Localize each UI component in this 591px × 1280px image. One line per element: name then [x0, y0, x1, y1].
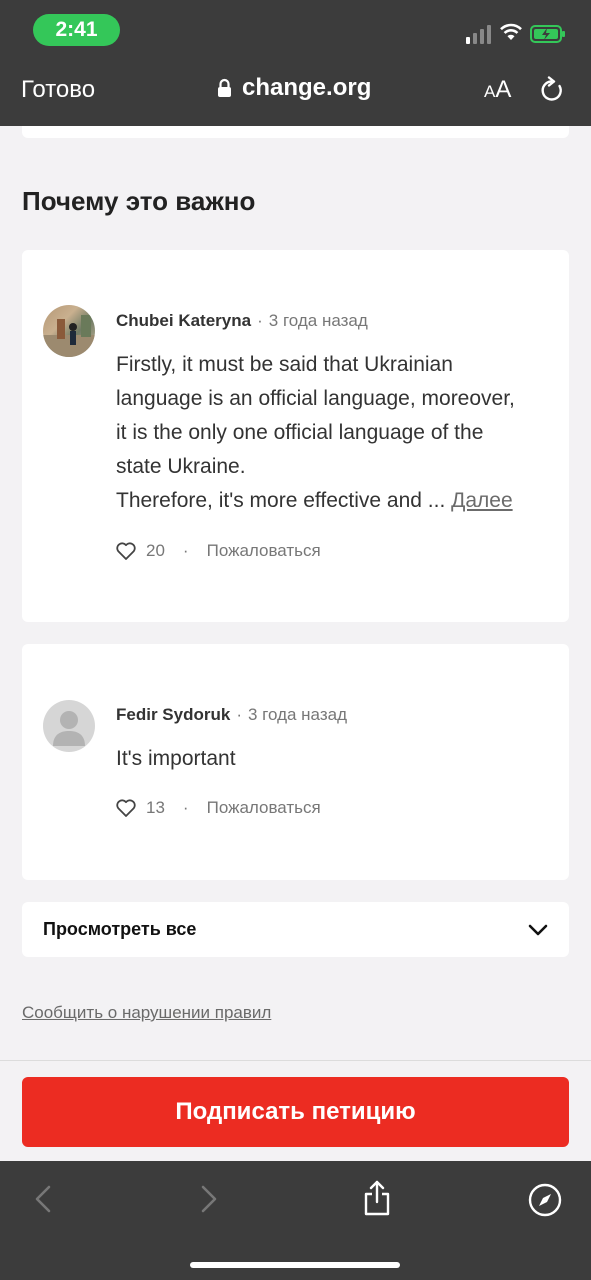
comment-line-truncated: Therefore, it's more effective and ... [116, 489, 452, 512]
report-link[interactable]: Пожаловаться [207, 798, 321, 818]
view-all-label: Просмотреть все [43, 919, 197, 939]
author-name[interactable]: Fedir Sydoruk [116, 705, 230, 725]
author-name[interactable]: Chubei Kateryna [116, 311, 251, 331]
heart-icon[interactable] [116, 799, 136, 817]
section-title: Почему это важно [22, 186, 256, 216]
user-icon [53, 711, 85, 746]
action-separator: · [182, 541, 189, 560]
view-all-button[interactable]: Просмотреть все [22, 902, 569, 957]
comment-line: Firstly, it must be said that Ukrainian [116, 353, 453, 376]
done-button[interactable]: Готово [21, 76, 95, 104]
comment-line: state Ukraine. [116, 455, 246, 478]
comment-line: language is an official language, moreov… [116, 387, 515, 410]
address-bar[interactable]: change.org [217, 74, 371, 102]
signal-icon [466, 25, 491, 44]
compass-icon[interactable] [528, 1183, 562, 1217]
browser-top-bar: 2:41 Готово change.org AA [0, 0, 591, 126]
report-violation-link[interactable]: Сообщить о нарушении правил [22, 1003, 271, 1023]
like-count: 13 [146, 798, 165, 817]
text-size-small: A [484, 82, 496, 101]
comment-line: Therefore, it's more effective and ... Д… [116, 484, 556, 518]
sign-petition-button[interactable]: Подписать петицию [22, 1077, 569, 1147]
comment-actions: 20 · Пожаловаться [116, 541, 321, 561]
comment-meta: Chubei Kateryna · 3 года назад [116, 311, 368, 331]
back-icon[interactable] [32, 1183, 54, 1215]
url-text: change.org [242, 74, 372, 101]
previous-card [22, 126, 569, 138]
heart-icon[interactable] [116, 542, 136, 560]
status-time: 2:41 [33, 14, 120, 46]
wifi-icon [500, 23, 522, 40]
home-indicator [190, 1262, 400, 1268]
meta-separator: · [236, 705, 242, 724]
comment-card: Fedir Sydoruk · 3 года назад It's import… [22, 644, 569, 880]
text-size-button[interactable]: AA [484, 76, 511, 104]
lock-icon [218, 78, 231, 97]
avatar[interactable] [43, 700, 95, 752]
comment-card: Chubei Kateryna · 3 года назад Firstly, … [22, 250, 569, 622]
avatar-photo-icon [43, 315, 95, 357]
text-size-large: A [495, 76, 512, 103]
comment-text: Firstly, it must be said that Ukrainian … [116, 348, 556, 518]
time-ago: 3 года назад [247, 705, 347, 724]
reload-icon[interactable] [539, 76, 565, 104]
report-link[interactable]: Пожаловаться [207, 541, 321, 561]
forward-icon[interactable] [198, 1183, 220, 1215]
time-ago: 3 года назад [268, 311, 368, 330]
comment-meta: Fedir Sydoruk · 3 года назад [116, 705, 347, 725]
avatar[interactable] [43, 305, 95, 357]
comment-actions: 13 · Пожаловаться [116, 798, 321, 818]
action-separator: · [182, 798, 189, 817]
comment-text: It's important [116, 747, 236, 770]
read-more-link[interactable]: Далее [451, 489, 513, 512]
comment-line: it is the only one official language of … [116, 421, 484, 444]
chevron-down-icon [528, 924, 548, 935]
share-icon[interactable] [362, 1179, 392, 1217]
meta-separator: · [257, 311, 263, 330]
like-count: 20 [146, 541, 165, 560]
battery-icon [530, 25, 565, 43]
